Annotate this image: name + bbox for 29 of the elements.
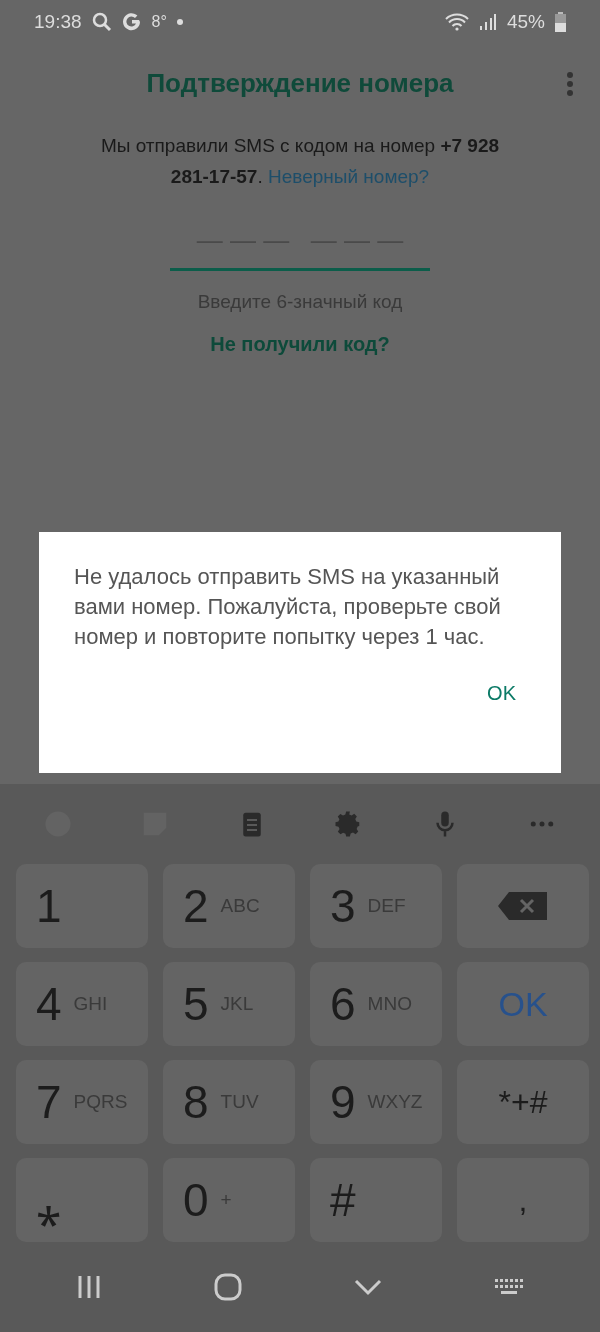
home-icon[interactable] (214, 1273, 242, 1301)
wifi-icon (444, 12, 469, 31)
backspace-key[interactable] (457, 864, 589, 948)
ok-button[interactable]: OK (477, 674, 526, 713)
screen-title: Подтверждение номера (146, 68, 454, 100)
signal-icon (478, 12, 497, 31)
status-time: 19:38 (34, 10, 82, 33)
keypad-key[interactable]: # (310, 1158, 442, 1242)
chevron-down-icon[interactable] (354, 1278, 382, 1296)
resend-code-link[interactable]: Не получили код? (210, 332, 390, 356)
keyboard-icon[interactable] (494, 1278, 524, 1296)
keypad-key[interactable]: 0 + (163, 1158, 295, 1242)
keypad-key[interactable]: ⁎ (16, 1158, 148, 1242)
symbol-key[interactable]: *+# (457, 1060, 589, 1144)
search-icon (91, 11, 112, 32)
status-temperature: 8° (151, 12, 167, 31)
dialog-message: Не удалось отправить SMS на указанный вами номер. Пожалуйста, проверьте свой номер и повторите попытку через 1 час. (74, 563, 502, 651)
symbol-key[interactable]: , (457, 1158, 589, 1242)
battery-icon (555, 11, 566, 32)
code-input-field[interactable]: — — — — — — (170, 213, 430, 271)
backspace-icon (497, 890, 549, 922)
battery-percent: 45% (506, 10, 545, 33)
sms-sent-message: Мы отправили SMS с кодом на номер +7 928 281-17-57. Неверный номер? (99, 133, 501, 189)
keypad-key[interactable]: 1 (16, 864, 148, 948)
wrong-number-link[interactable]: Неверный номер? (268, 165, 430, 187)
menu-icon[interactable] (566, 70, 574, 97)
dot-icon (176, 18, 183, 25)
recent-apps-icon[interactable] (76, 1274, 102, 1300)
google-icon (121, 11, 142, 32)
